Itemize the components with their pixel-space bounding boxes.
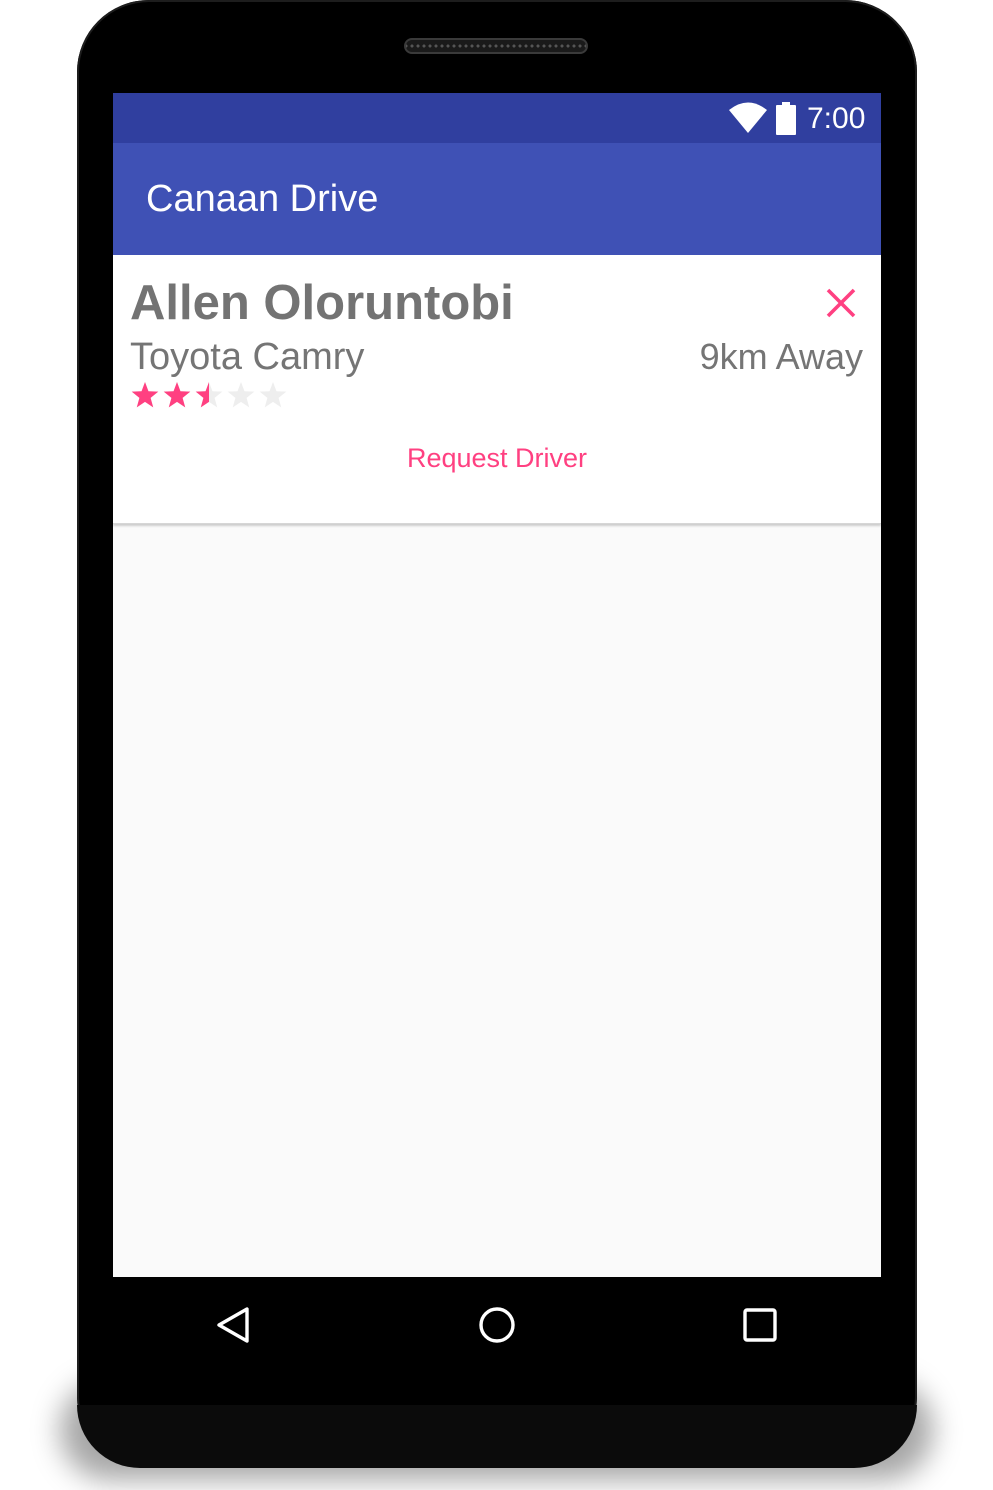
device-speaker <box>404 38 588 54</box>
request-driver-button[interactable]: Request Driver <box>373 433 621 483</box>
wifi-icon <box>729 102 767 133</box>
close-icon[interactable] <box>821 283 861 323</box>
rating-star-empty <box>227 382 255 408</box>
back-icon[interactable] <box>212 1304 254 1346</box>
home-icon[interactable] <box>477 1305 517 1345</box>
rating-star-filled <box>163 382 191 408</box>
status-bar: 7:00 <box>113 93 881 143</box>
driver-distance: 9km Away <box>699 336 863 377</box>
rating-bar[interactable] <box>130 381 290 411</box>
app-bar: Canaan Drive <box>113 143 881 255</box>
rating-star-empty <box>259 382 287 408</box>
driver-card: Allen Oloruntobi Toyota Camry 9km Away R… <box>113 255 881 524</box>
screen: 7:00 Canaan Drive Allen Oloruntobi Toyot… <box>113 93 881 1277</box>
page: 7:00 Canaan Drive Allen Oloruntobi Toyot… <box>0 0 993 1490</box>
status-time: 7:00 <box>807 102 866 135</box>
recents-icon[interactable] <box>741 1306 779 1344</box>
rating-star-filled <box>131 382 159 408</box>
battery-icon <box>776 102 796 135</box>
driver-name: Allen Oloruntobi <box>130 276 514 330</box>
car-model: Toyota Camry <box>130 336 365 378</box>
app-title: Canaan Drive <box>146 178 379 220</box>
device-chin <box>77 1405 917 1468</box>
